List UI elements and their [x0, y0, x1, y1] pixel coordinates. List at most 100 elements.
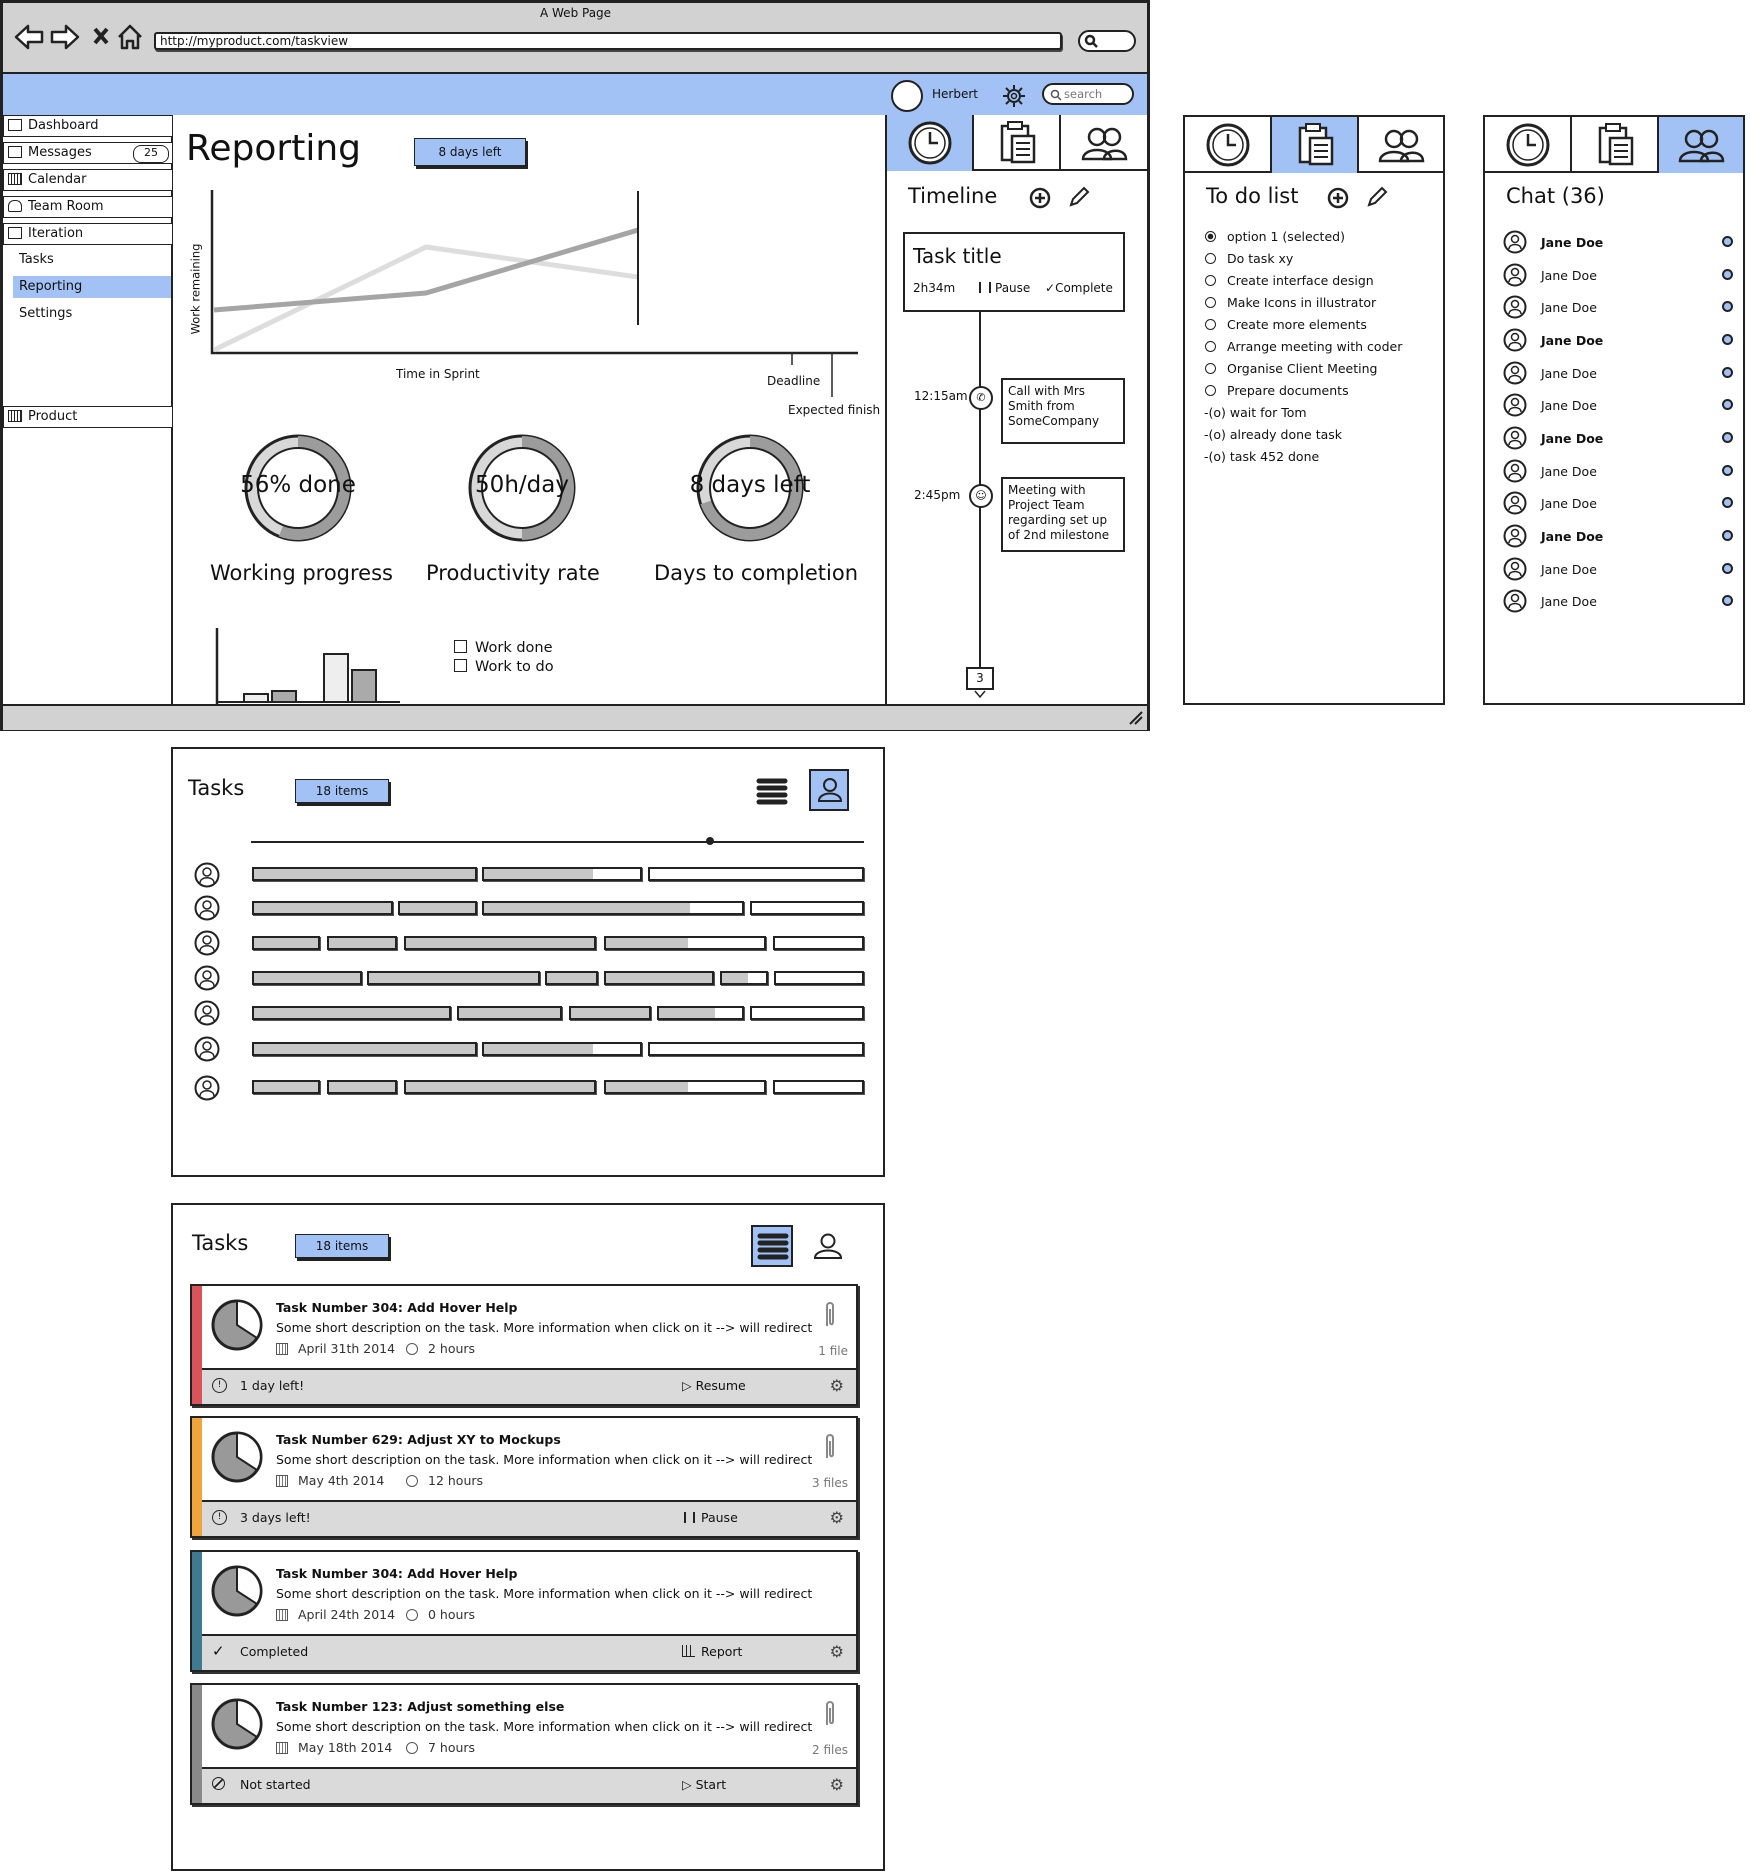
back-icon[interactable] [14, 24, 44, 50]
todo-radio[interactable] [1205, 253, 1216, 264]
gantt-bar[interactable] [648, 867, 864, 881]
todo-radio[interactable] [1205, 385, 1216, 396]
gantt-bar[interactable] [648, 1042, 864, 1056]
edit-pencil-icon[interactable] [1068, 186, 1090, 208]
chat-user[interactable]: Jane Doe [1503, 230, 1733, 256]
gantt-bar[interactable] [457, 1006, 562, 1020]
gantt-bar[interactable] [750, 901, 864, 915]
chat-user[interactable]: Jane Doe [1503, 263, 1733, 289]
resize-grip-icon[interactable] [1128, 710, 1144, 726]
gantt-bar[interactable] [720, 971, 768, 985]
gantt-bar[interactable] [750, 1006, 864, 1020]
event-card[interactable]: Call with Mrs Smith from SomeCompany [1001, 378, 1125, 444]
task-card[interactable]: Task title 2h34m Pause ✓Complete [903, 232, 1125, 312]
sidebar-item-messages[interactable]: Messages 25 [3, 142, 173, 164]
user-name[interactable]: Herbert [932, 87, 978, 101]
settings-gear-icon[interactable]: ⚙ [830, 1508, 844, 1527]
todo-item[interactable]: Organise Client Meeting [1227, 361, 1377, 376]
todo-radio[interactable] [1205, 297, 1216, 308]
header-search[interactable]: search [1042, 83, 1134, 105]
tab-todo[interactable] [1572, 117, 1659, 173]
gantt-bar[interactable] [252, 971, 362, 985]
gantt-bar[interactable] [252, 1006, 451, 1020]
resume-button[interactable]: ▷ Resume [682, 1378, 746, 1393]
sidebar-subitem-settings[interactable]: Settings [13, 303, 171, 325]
todo-item[interactable]: Do task xy [1227, 251, 1293, 266]
timeline-end-marker[interactable]: 3 [966, 667, 994, 690]
event-card[interactable]: Meeting with Project Team regarding set … [1001, 477, 1125, 552]
forward-icon[interactable] [50, 24, 80, 50]
home-icon[interactable] [116, 24, 144, 50]
todo-radio[interactable] [1205, 319, 1216, 330]
tab-todo[interactable] [974, 115, 1061, 171]
list-view-icon[interactable] [756, 776, 788, 808]
gantt-bar[interactable] [774, 971, 864, 985]
task-card[interactable]: Task Number 304: Add Hover Help Some sho… [190, 1550, 858, 1672]
task-card[interactable]: Task Number 629: Adjust XY to Mockups So… [190, 1416, 858, 1538]
user-view-button[interactable] [809, 769, 849, 811]
sidebar-item-product[interactable]: Product [3, 406, 173, 428]
gantt-bar[interactable] [657, 1006, 744, 1020]
gantt-bar[interactable] [404, 1080, 596, 1094]
gantt-bar[interactable] [569, 1006, 651, 1020]
gantt-bar[interactable] [398, 901, 477, 915]
report-button[interactable]: Report [682, 1644, 742, 1659]
current-time-marker[interactable] [706, 837, 714, 845]
add-icon[interactable] [1029, 187, 1051, 209]
gantt-bar[interactable] [482, 867, 642, 881]
task-card[interactable]: Task Number 123: Adjust something else S… [190, 1683, 858, 1805]
gantt-bar[interactable] [327, 936, 397, 950]
sidebar-item-iteration[interactable]: Iteration [3, 223, 173, 245]
sidebar-item-dashboard[interactable]: Dashboard [3, 115, 173, 137]
todo-item[interactable]: Make Icons in illustrator [1227, 295, 1376, 310]
todo-item[interactable]: Create interface design [1227, 273, 1374, 288]
gantt-bar[interactable] [604, 936, 766, 950]
chat-user[interactable]: Jane Doe [1503, 524, 1733, 550]
tab-todo[interactable] [1272, 117, 1359, 173]
chat-user[interactable]: Jane Doe [1503, 393, 1733, 419]
complete-button[interactable]: ✓Complete [1045, 281, 1113, 295]
tab-chat[interactable] [1359, 117, 1443, 173]
gantt-bar[interactable] [327, 1080, 397, 1094]
gantt-bar[interactable] [482, 1042, 642, 1056]
task-card[interactable]: Task Number 304: Add Hover Help Some sho… [190, 1284, 858, 1406]
url-bar[interactable]: http://myproduct.com/taskview [154, 32, 1062, 50]
todo-done-item[interactable]: -(o) task 452 done [1204, 449, 1319, 464]
gantt-bar[interactable] [404, 936, 596, 950]
chat-user[interactable]: Jane Doe [1503, 589, 1733, 615]
tab-timeline[interactable] [1485, 117, 1572, 173]
todo-item[interactable]: option 1 (selected) [1227, 229, 1345, 244]
gantt-bar[interactable] [773, 1080, 864, 1094]
paperclip-icon[interactable] [822, 1300, 838, 1330]
settings-gear-icon[interactable]: ⚙ [830, 1775, 844, 1794]
pause-button[interactable]: Pause [979, 281, 1030, 295]
gantt-bar[interactable] [482, 901, 744, 915]
user-icon[interactable] [813, 1231, 843, 1261]
gantt-bar[interactable] [252, 1042, 477, 1056]
paperclip-icon[interactable] [822, 1432, 838, 1462]
chat-user[interactable]: Jane Doe [1503, 426, 1733, 452]
tab-chat[interactable] [1659, 117, 1743, 173]
browser-search[interactable] [1078, 30, 1136, 52]
todo-radio[interactable] [1205, 363, 1216, 374]
tab-timeline[interactable] [1185, 117, 1272, 173]
sidebar-item-calendar[interactable]: Calendar [3, 169, 173, 191]
add-icon[interactable] [1327, 187, 1349, 209]
gantt-bar[interactable] [773, 936, 864, 950]
settings-gear-icon[interactable]: ⚙ [830, 1642, 844, 1661]
gantt-bar[interactable] [604, 1080, 766, 1094]
todo-radio[interactable] [1205, 341, 1216, 352]
todo-item[interactable]: Prepare documents [1227, 383, 1349, 398]
todo-done-item[interactable]: -(o) already done task [1204, 427, 1342, 442]
gantt-bar[interactable] [367, 971, 540, 985]
pause-button[interactable]: Pause [684, 1510, 738, 1525]
settings-gear-icon[interactable] [1002, 84, 1026, 108]
sidebar-subitem-tasks[interactable]: Tasks [13, 249, 171, 271]
todo-item[interactable]: Create more elements [1227, 317, 1367, 332]
gantt-bar[interactable] [252, 867, 477, 881]
todo-radio[interactable] [1205, 275, 1216, 286]
paperclip-icon[interactable] [822, 1699, 838, 1729]
list-view-button[interactable] [751, 1225, 793, 1267]
chat-user[interactable]: Jane Doe [1503, 361, 1733, 387]
start-button[interactable]: ▷ Start [682, 1777, 726, 1792]
